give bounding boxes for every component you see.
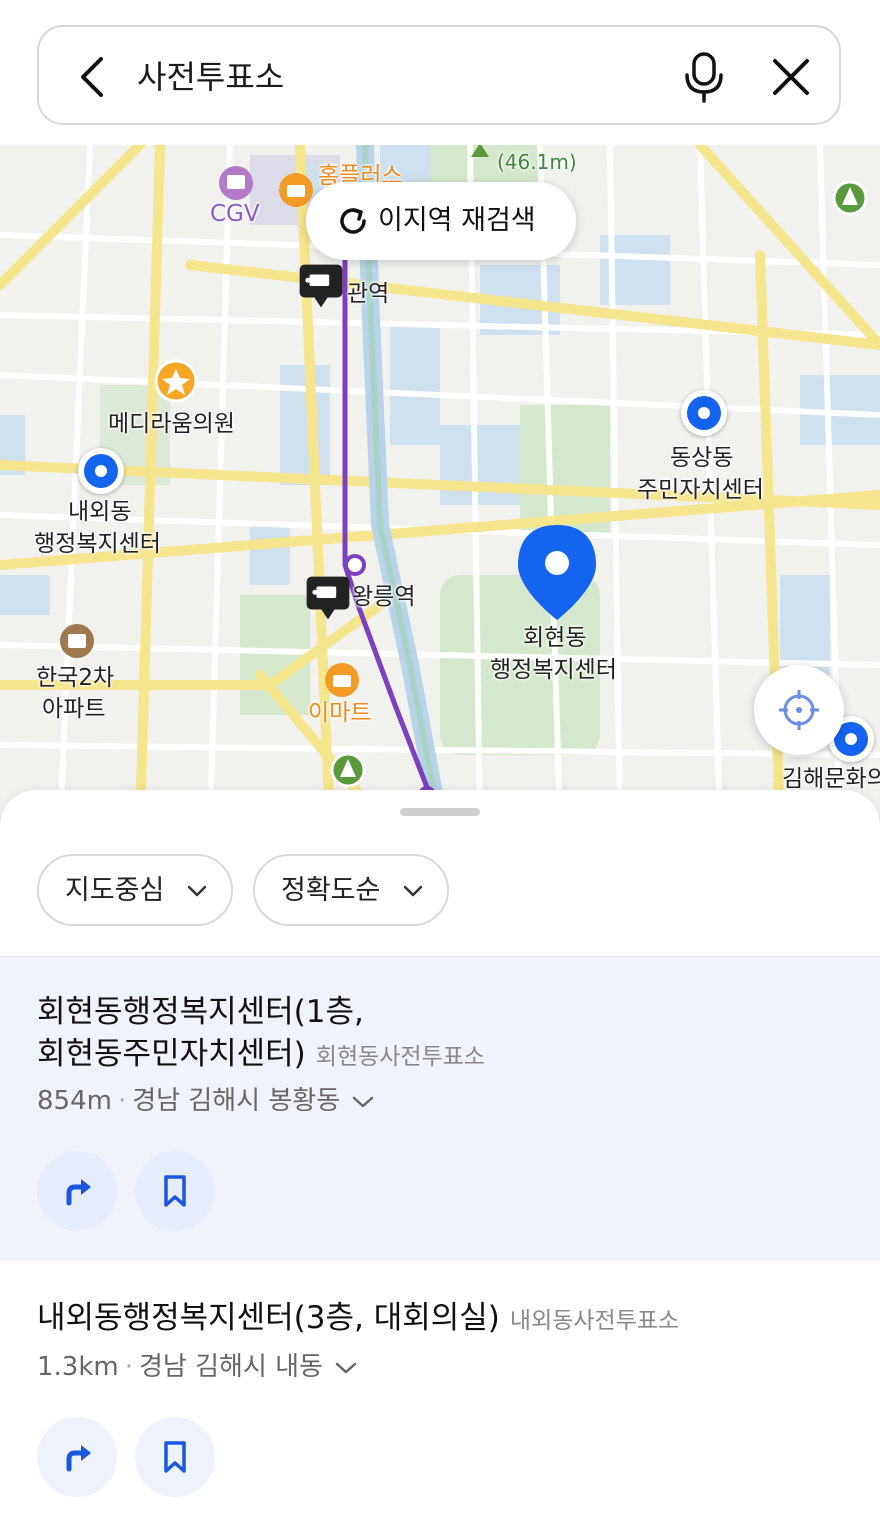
map-label-hoehyeon-2: 행정복지센터 xyxy=(490,657,617,683)
search-bar[interactable]: 사전투표소 xyxy=(37,25,841,125)
bookmark-button[interactable] xyxy=(135,1151,215,1231)
search-query[interactable]: 사전투표소 xyxy=(137,55,284,99)
map-label-cgv: CGV xyxy=(210,201,260,227)
refresh-icon xyxy=(340,208,366,234)
result-distance: 854m xyxy=(37,1086,112,1116)
map-label-naeoe-1: 내외동 xyxy=(68,499,132,525)
chevron-down-icon[interactable] xyxy=(335,1361,357,1375)
map-label-dongsang-1: 동상동 xyxy=(670,445,734,471)
bookmark-icon xyxy=(164,1441,186,1473)
map-label-mountain-height: (46.1m) xyxy=(497,150,577,174)
poi-marker-dongsang[interactable] xyxy=(681,390,727,436)
rescan-label: 이지역 재검색 xyxy=(378,205,536,236)
close-icon[interactable] xyxy=(767,53,815,101)
chevron-down-icon xyxy=(187,885,207,897)
chevron-down-icon[interactable] xyxy=(352,1095,374,1109)
crosshair-icon xyxy=(779,690,819,730)
result-address: 경남 김해시 봉황동 xyxy=(132,1086,341,1116)
filter-label: 정확도순 xyxy=(281,875,381,906)
map-label-station-top: 관역 xyxy=(347,281,390,307)
chevron-left-icon[interactable] xyxy=(71,53,115,101)
map-label-clinic: 메디라움의원 xyxy=(108,411,235,437)
result-title-line2[interactable]: 회현동주민자치센터) 회현동사전투표소 xyxy=(37,1033,485,1078)
result-category: 회현동사전투표소 xyxy=(315,1044,486,1070)
microphone-icon[interactable] xyxy=(679,51,729,103)
result-title[interactable]: 내외동행정복지센터(3층, 대회의실) 내외동사전투표소 xyxy=(37,1297,679,1342)
results-sheet: 지도중심 정확도순 회현동행정복지센터(1층, 회현동주민자치센터) 회현동사전투… xyxy=(0,790,880,1518)
result-category: 내외동사전투표소 xyxy=(509,1308,680,1334)
result-distance: 1.3km xyxy=(37,1352,119,1382)
filter-label: 지도중심 xyxy=(65,875,165,906)
poi-marker-naeoe[interactable] xyxy=(78,448,124,494)
result-item[interactable]: 내외동행정복지센터(3층, 대회의실) 내외동사전투표소 1.3km · 경남 김해시… xyxy=(0,1261,880,1518)
cctv-marker-icon[interactable] xyxy=(293,263,349,309)
map-label-hoehyeon-1: 회현동 xyxy=(523,625,587,651)
result-title-line1[interactable]: 회현동행정복지센터(1층, xyxy=(37,991,364,1033)
map-label-apt-1: 한국2차 xyxy=(36,665,115,691)
cctv-marker-icon[interactable] xyxy=(300,575,356,621)
map-label-emart: 이마트 xyxy=(308,700,372,726)
result-address: 경남 김해시 내동 xyxy=(139,1352,323,1382)
map-label-dongsang-2: 주민자치센터 xyxy=(637,477,764,503)
rescan-area-button[interactable]: 이지역 재검색 xyxy=(306,182,576,260)
directions-arrow-icon xyxy=(66,1179,91,1206)
chevron-down-icon xyxy=(403,885,423,897)
sheet-drag-handle[interactable] xyxy=(400,808,480,816)
bookmark-icon xyxy=(164,1175,186,1207)
result-title-text: 내외동행정복지센터(3층, 대회의실) xyxy=(37,1300,500,1336)
filter-sort-accuracy[interactable]: 정확도순 xyxy=(253,854,449,926)
result-title-line2-text: 회현동주민자치센터) xyxy=(37,1036,306,1072)
bookmark-button[interactable] xyxy=(135,1417,215,1497)
result-meta[interactable]: 1.3km · 경남 김해시 내동 xyxy=(37,1349,357,1385)
map-label-naeoe-2: 행정복지센터 xyxy=(34,531,161,557)
map-view[interactable]: CGV 홈플러스 (46.1m) 관역 왕릉역 메디라움의원 내외동 행정복지센… xyxy=(0,145,880,825)
map-label-station-mid: 왕릉역 xyxy=(352,584,416,610)
filter-map-center[interactable]: 지도중심 xyxy=(37,854,233,926)
map-label-apt-2: 아파트 xyxy=(42,696,106,722)
directions-button[interactable] xyxy=(37,1151,117,1231)
my-location-button[interactable] xyxy=(754,665,844,755)
search-header: 사전투표소 xyxy=(0,0,880,145)
directions-button[interactable] xyxy=(37,1417,117,1497)
directions-arrow-icon xyxy=(66,1445,91,1472)
result-item[interactable]: 회현동행정복지센터(1층, 회현동주민자치센터) 회현동사전투표소 854m · 경남… xyxy=(0,956,880,1262)
result-meta[interactable]: 854m · 경남 김해시 봉황동 xyxy=(37,1083,374,1119)
